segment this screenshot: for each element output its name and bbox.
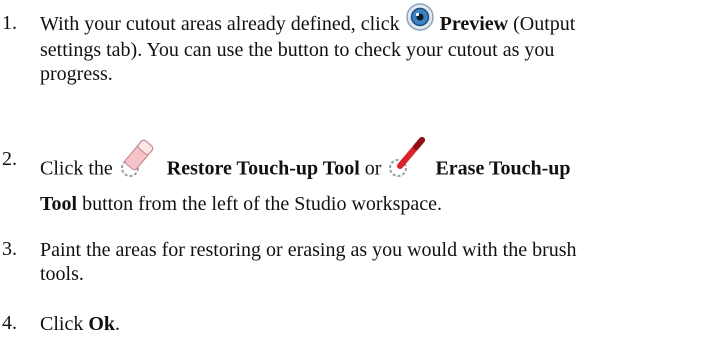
erase-touchup-label: Erase Touch-up <box>435 157 571 180</box>
step-2-or: or <box>364 157 382 180</box>
preview-label: Preview <box>439 13 509 35</box>
step-number: 4. <box>2 312 17 334</box>
step-1-line2: settings tab). You can use the button to… <box>40 39 555 62</box>
step-4-text: Click Ok. <box>40 312 710 336</box>
step-number: 1. <box>2 12 17 34</box>
step-number: 3. <box>2 238 17 260</box>
restore-touchup-tool-label: Restore Touch-up Tool <box>166 157 360 180</box>
step-1-line3: progress. <box>40 63 113 86</box>
step-3-text: Paint the areas for restoring or erasing… <box>40 238 710 286</box>
step-number: 2. <box>2 148 17 170</box>
ok-label: Ok <box>88 313 116 335</box>
step-1-line1-pre: With your cutout areas already defined, … <box>40 13 400 35</box>
step-1-line1-post: (Output <box>513 13 576 35</box>
erase-brush-icon <box>386 134 430 178</box>
step-2-text: Click the Restore Touch-up Tool or Erase… <box>40 137 710 216</box>
preview-eye-icon <box>405 2 435 32</box>
step-2-pre: Click the <box>40 157 113 180</box>
step-3-line2: tools. <box>40 263 84 285</box>
step-2-post: button from the left of the Studio works… <box>82 193 442 215</box>
restore-eraser-icon <box>118 134 162 178</box>
step-4-post: . <box>115 313 121 335</box>
step-1-text: With your cutout areas already defined, … <box>40 3 710 86</box>
step-3-line1: Paint the areas for restoring or erasing… <box>40 239 577 261</box>
erase-touchup-label-cont: Tool <box>40 193 78 215</box>
step-4-pre: Click <box>40 313 84 335</box>
